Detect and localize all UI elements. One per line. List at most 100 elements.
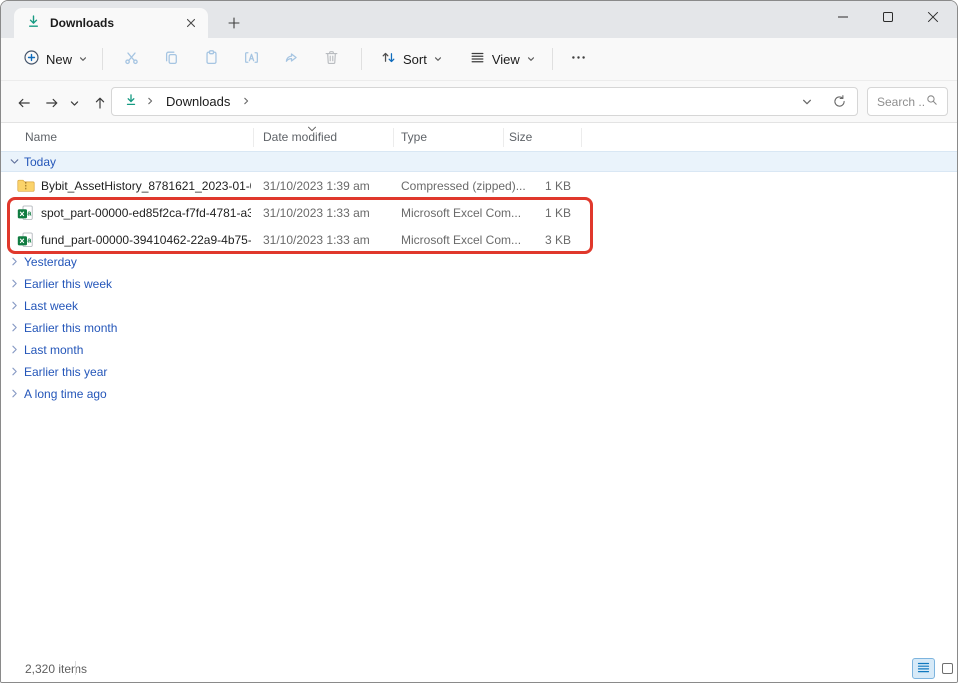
share-icon — [283, 49, 300, 69]
refresh-icon[interactable] — [827, 90, 851, 114]
file-row-spot-csv[interactable]: a spot_part-00000-ed85f2ca-f7fd-4781-a3e… — [1, 199, 957, 226]
file-name: Bybit_AssetHistory_8781621_2023-01-01_20… — [41, 179, 251, 193]
rename-button[interactable] — [231, 42, 271, 76]
group-row-today[interactable]: Today — [1, 151, 957, 172]
copy-icon — [163, 49, 180, 69]
file-row-fund-csv[interactable]: a fund_part-00000-39410462-22a9-4b75-afb… — [1, 226, 957, 253]
breadcrumb-chevron-icon[interactable] — [242, 95, 250, 109]
details-view-icon — [917, 662, 930, 676]
address-bar[interactable]: Downloads — [111, 87, 858, 116]
status-divider — [75, 661, 76, 675]
view-button-label: View — [492, 52, 520, 67]
column-header-row: Name Date modified Type Size — [1, 124, 957, 151]
svg-text:a: a — [27, 211, 31, 218]
group-label: Last month — [24, 343, 83, 357]
breadcrumb-segment-downloads[interactable]: Downloads — [162, 92, 234, 111]
group-chevron-down-icon[interactable] — [9, 156, 20, 167]
new-button[interactable]: New — [15, 42, 96, 76]
cut-icon — [123, 49, 140, 69]
window-close-icon[interactable] — [910, 1, 955, 33]
group-row-a-long-time-ago[interactable]: A long time ago — [1, 383, 957, 404]
excel-csv-icon: a — [17, 232, 34, 251]
file-date-modified: 31/10/2023 1:33 am — [263, 206, 370, 220]
download-icon — [124, 93, 138, 110]
minimize-icon[interactable] — [820, 1, 865, 33]
file-name: spot_part-00000-ed85f2ca-f7fd-4781-a3e6-… — [41, 206, 251, 220]
thumbnail-view-icon — [942, 663, 953, 674]
group-chevron-right-icon[interactable] — [9, 278, 20, 289]
group-row-earlier-this-month[interactable]: Earlier this month — [1, 317, 957, 338]
file-row-zip[interactable]: Bybit_AssetHistory_8781621_2023-01-01_20… — [1, 172, 957, 199]
zip-folder-icon — [17, 178, 35, 196]
view-button[interactable]: View — [461, 42, 544, 76]
toolbar: New — [1, 38, 957, 81]
view-icon — [469, 49, 486, 69]
sort-button[interactable]: Sort — [372, 42, 451, 76]
group-label: Last week — [24, 299, 78, 313]
file-size: 1 KB — [501, 206, 571, 220]
delete-button[interactable] — [311, 42, 351, 76]
column-header-type[interactable]: Type — [401, 130, 427, 144]
copy-button[interactable] — [151, 42, 191, 76]
more-options-icon — [570, 49, 587, 69]
group-chevron-right-icon[interactable] — [9, 300, 20, 311]
search-icon — [925, 93, 939, 110]
group-row-last-month[interactable]: Last month — [1, 339, 957, 360]
share-button[interactable] — [271, 42, 311, 76]
paste-button[interactable] — [191, 42, 231, 76]
forward-button[interactable] — [39, 90, 65, 116]
group-chevron-right-icon[interactable] — [9, 388, 20, 399]
circle-plus-icon — [23, 49, 40, 69]
file-explorer-window: Downloads New — [0, 0, 958, 683]
download-icon — [26, 14, 41, 32]
cut-button[interactable] — [111, 42, 151, 76]
file-date-modified: 31/10/2023 1:33 am — [263, 233, 370, 247]
search-box[interactable] — [867, 87, 948, 116]
group-row-earlier-this-week[interactable]: Earlier this week — [1, 273, 957, 294]
toolbar-divider — [552, 48, 553, 70]
group-label: Earlier this week — [24, 277, 112, 291]
group-row-yesterday[interactable]: Yesterday — [1, 251, 957, 272]
thumbnail-view-button[interactable] — [939, 660, 956, 677]
delete-icon — [323, 49, 340, 69]
file-size: 1 KB — [501, 179, 571, 193]
group-chevron-right-icon[interactable] — [9, 256, 20, 267]
group-chevron-right-icon[interactable] — [9, 322, 20, 333]
paste-icon — [203, 49, 220, 69]
new-button-label: New — [46, 52, 72, 67]
back-button[interactable] — [11, 90, 37, 116]
group-row-earlier-this-year[interactable]: Earlier this year — [1, 361, 957, 382]
sort-button-label: Sort — [403, 52, 427, 67]
titlebar: Downloads — [1, 1, 957, 38]
group-row-last-week[interactable]: Last week — [1, 295, 957, 316]
tab-downloads[interactable]: Downloads — [14, 8, 208, 38]
breadcrumb-chevron-icon[interactable] — [146, 95, 154, 109]
recent-locations-icon[interactable] — [63, 90, 85, 116]
excel-csv-icon: a — [17, 205, 34, 224]
column-separator[interactable] — [503, 128, 504, 147]
details-view-button[interactable] — [912, 658, 935, 679]
group-label: Earlier this year — [24, 365, 107, 379]
group-label: Today — [24, 155, 56, 169]
column-header-name[interactable]: Name — [25, 130, 57, 144]
column-separator[interactable] — [581, 128, 582, 147]
column-separator[interactable] — [253, 128, 254, 147]
more-options-button[interactable] — [559, 42, 599, 76]
column-header-size[interactable]: Size — [509, 130, 532, 144]
address-dropdown-chevron-icon[interactable] — [795, 90, 819, 114]
column-header-date-modified[interactable]: Date modified — [263, 130, 337, 144]
group-chevron-right-icon[interactable] — [9, 366, 20, 377]
new-tab-icon[interactable] — [223, 12, 245, 34]
up-button[interactable] — [87, 90, 113, 116]
address-row: Downloads — [1, 81, 957, 123]
maximize-icon[interactable] — [865, 1, 910, 33]
file-name: fund_part-00000-39410462-22a9-4b75-afb1-… — [41, 233, 251, 247]
tab-close-icon[interactable] — [182, 14, 200, 32]
chevron-down-icon — [433, 52, 443, 67]
search-input[interactable] — [877, 95, 925, 109]
svg-text:a: a — [27, 238, 31, 245]
file-size: 3 KB — [501, 233, 571, 247]
toolbar-divider — [361, 48, 362, 70]
column-separator[interactable] — [393, 128, 394, 147]
group-chevron-right-icon[interactable] — [9, 344, 20, 355]
